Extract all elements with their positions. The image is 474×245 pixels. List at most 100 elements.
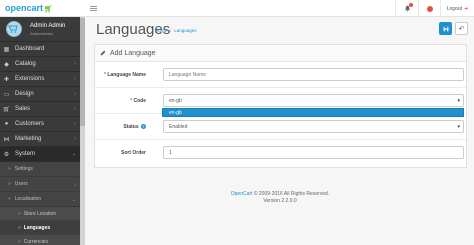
sidebar-subitem-currencies[interactable]: » Currencies: [0, 235, 80, 245]
sidebar-item-customers[interactable]: ● Customers ‹: [0, 117, 80, 132]
footer: OpenCart © 2009-2016 All Rights Reserved…: [150, 191, 410, 205]
chevron-left-icon: ‹: [74, 76, 76, 82]
status-select-value: Enabled: [169, 123, 188, 130]
sidebar-scroll-thumb[interactable]: [80, 18, 85, 126]
user-icon: ●: [4, 121, 9, 127]
code-option-label: en-gb: [169, 109, 182, 116]
sidebar-subitem-label: Localisation: [14, 196, 42, 202]
sidebar: Admin Admin Administrator ▦ Dashboard ◆ …: [0, 17, 80, 245]
sidebar-item-label: System: [15, 151, 36, 157]
profile-name: Admin Admin: [30, 23, 66, 29]
sidebar-item-design[interactable]: ▭ Design ‹: [0, 87, 80, 102]
sidebar-subitem-label: Store Location: [23, 210, 57, 217]
sort-order-input[interactable]: 1: [163, 146, 464, 159]
chevron-left-icon: ‹: [74, 182, 76, 188]
form-row-sort-order: Sort Order 1: [95, 141, 466, 166]
chevron-down-icon: ⌄: [71, 197, 76, 203]
sidebar-subitem-label: Currencies: [23, 238, 48, 245]
sidebar-item-system[interactable]: ⚙ System ⌄: [0, 147, 80, 162]
life-ring-icon: [426, 5, 433, 12]
cart-logo-icon: 🛒︎: [44, 6, 53, 13]
sidebar-item-label: Sales: [15, 106, 31, 112]
profile-role: Administrator: [30, 31, 54, 36]
chevron-left-icon: ‹: [74, 106, 76, 112]
save-button[interactable]: [439, 22, 452, 35]
sidebar-item-label: Catalog: [15, 61, 36, 67]
angle-right-icon: »: [18, 224, 21, 231]
hamburger-icon: [90, 5, 97, 7]
tag-icon: ◆: [4, 61, 9, 68]
chevron-left-icon: ‹: [74, 91, 76, 97]
pencil-icon: [100, 50, 106, 56]
chevron-left-icon: ‹: [74, 61, 76, 67]
back-button[interactable]: ↶: [455, 22, 468, 35]
panel-heading: Add Language: [95, 45, 466, 62]
status-select[interactable]: Enabled ▾: [163, 120, 464, 133]
logout-button[interactable]: Logout ➜: [440, 0, 474, 17]
logout-label: Logout: [446, 5, 463, 12]
form-row-language-name: * Language Name: [95, 63, 466, 88]
breadcrumb-languages[interactable]: Languages: [174, 28, 196, 33]
angle-right-icon: »: [8, 181, 11, 187]
save-icon: [443, 26, 448, 31]
avatar: [6, 21, 22, 37]
caret-down-icon: ▾: [457, 124, 460, 130]
logo-text: opencart: [5, 3, 44, 13]
sidebar-subitem-store-location[interactable]: » Store Location: [0, 207, 80, 221]
sidebar-subitem-localisation[interactable]: » Localisation ⌄: [0, 192, 80, 207]
puzzle-icon: ✚: [3, 76, 10, 83]
opencart-avatar-icon: [8, 25, 18, 33]
cart-icon: 🛒︎: [2, 106, 11, 113]
user-profile: Admin Admin Administrator: [0, 17, 80, 42]
menu-toggle-button[interactable]: [87, 2, 99, 14]
sidebar-item-dashboard[interactable]: ▦ Dashboard: [0, 42, 80, 57]
sidebar-item-label: Design: [15, 91, 34, 97]
breadcrumb-home[interactable]: Home: [155, 28, 167, 33]
help-icon[interactable]: ?: [141, 124, 146, 129]
angle-right-icon: »: [8, 196, 11, 202]
sidebar-item-catalog[interactable]: ◆ Catalog ‹: [0, 57, 80, 72]
sidebar-subitem-label: Languages: [23, 224, 51, 231]
opencart-logo[interactable]: opencart🛒︎: [5, 3, 53, 13]
chevron-left-icon: ‹: [74, 136, 76, 142]
sidebar-item-marketing[interactable]: ⋈ Marketing ‹: [0, 132, 80, 147]
add-language-panel: Add Language * Language Name * Code en-g…: [94, 44, 467, 168]
reply-icon: ↶: [458, 25, 465, 33]
sidebar-subitem-users[interactable]: » Users ‹: [0, 177, 80, 192]
breadcrumb-separator: /: [170, 28, 172, 33]
angle-right-icon: »: [8, 166, 11, 172]
chevron-down-icon: ⌄: [71, 151, 76, 157]
share-icon: ⋈: [3, 136, 10, 143]
sort-order-label: Sort Order: [120, 150, 146, 156]
code-dropdown-option[interactable]: en-gb: [162, 108, 464, 117]
help-button[interactable]: [418, 0, 440, 17]
sidebar-subitem-settings[interactable]: » Settings: [0, 162, 80, 177]
notification-badge: [409, 3, 413, 7]
sidebar-item-extensions[interactable]: ✚ Extensions ‹: [0, 72, 80, 87]
sidebar-item-label: Marketing: [15, 136, 42, 142]
panel-title: Add Language: [110, 49, 156, 57]
sign-out-icon: ➜: [464, 5, 469, 12]
top-header: opencart🛒︎ Logout ➜: [0, 0, 474, 17]
angle-right-icon: »: [18, 238, 21, 245]
form-row-status: Status ? Enabled ▾: [95, 115, 466, 140]
status-label: Status ?: [123, 124, 146, 130]
sidebar-subitem-languages[interactable]: » Languages: [0, 221, 80, 235]
sidebar-item-label: Dashboard: [15, 46, 45, 52]
caret-down-icon: ▾: [457, 98, 460, 104]
monitor-icon: ▭: [3, 91, 10, 98]
language-name-label: * Language Name: [104, 72, 146, 78]
code-select-value: en-gb: [169, 97, 182, 104]
sidebar-subitem-label: Users: [14, 181, 28, 187]
notifications-button[interactable]: [395, 0, 418, 17]
sidebar-item-label: Extensions: [15, 76, 45, 82]
sidebar-item-label: Customers: [15, 121, 45, 127]
gear-icon: ⚙: [3, 151, 10, 158]
sidebar-subitem-label: Settings: [14, 166, 33, 172]
chevron-left-icon: ‹: [74, 121, 76, 127]
code-select[interactable]: en-gb ▾: [163, 94, 464, 107]
opencart-link[interactable]: OpenCart: [231, 191, 253, 197]
sidebar-item-sales[interactable]: 🛒︎ Sales ‹: [0, 102, 80, 117]
language-name-input[interactable]: [163, 68, 464, 81]
footer-copyright: OpenCart © 2009-2016 All Rights Reserved…: [230, 191, 330, 197]
